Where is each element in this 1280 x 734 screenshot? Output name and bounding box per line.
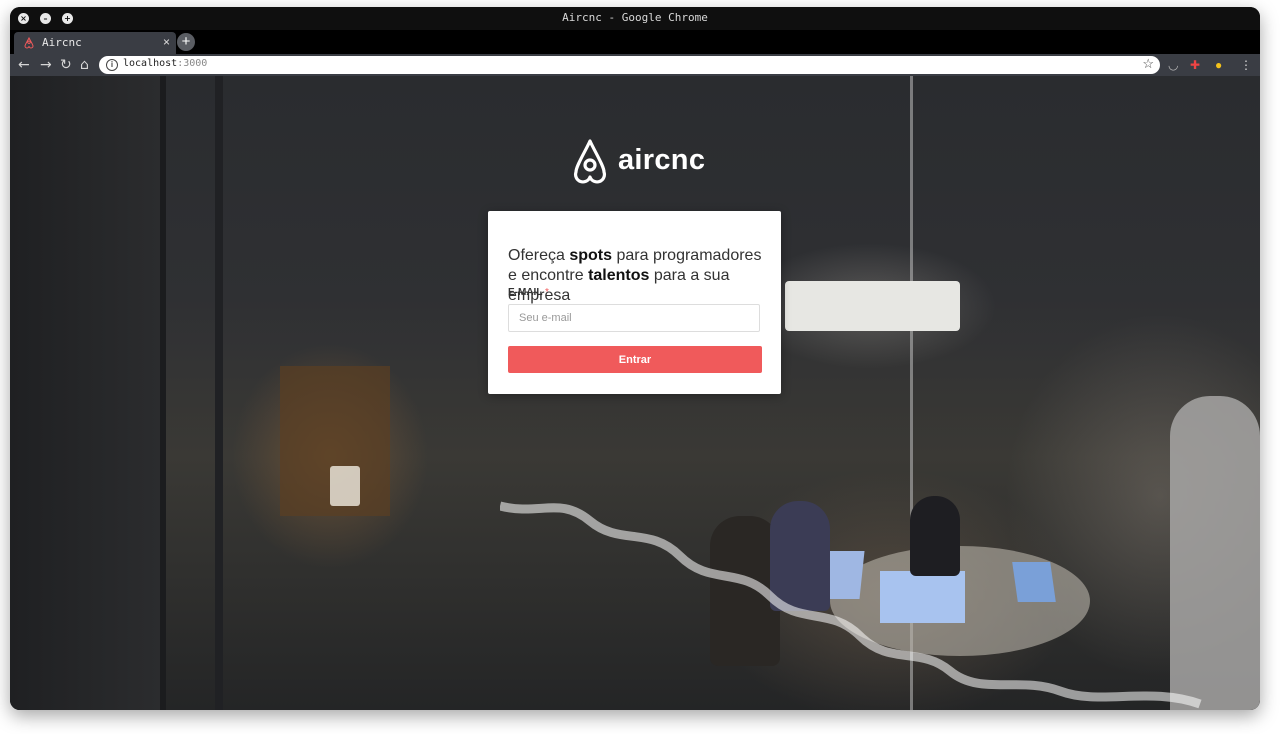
- menu-kebab-icon[interactable]: ⋮: [1240, 56, 1252, 74]
- glass-frame: [160, 76, 166, 710]
- required-mark: *: [545, 287, 549, 298]
- pocket-icon[interactable]: ◡: [1168, 56, 1178, 74]
- login-card: Ofereça spots para programadores e encon…: [488, 211, 781, 394]
- back-icon[interactable]: ←: [18, 56, 30, 74]
- tab-aircnc[interactable]: Aircnc ×: [14, 32, 176, 54]
- submit-button[interactable]: Entrar: [508, 346, 762, 373]
- browser-toolbar: ← → ↻ ⌂ i localhost:3000 ☆ ◡ ✚ ● ⋮: [10, 54, 1260, 76]
- email-field[interactable]: [508, 304, 760, 332]
- email-label: E-MAIL *: [508, 287, 549, 298]
- browser-window: × – + Aircnc - Google Chrome Aircnc × + …: [10, 7, 1260, 710]
- bookmark-star-icon[interactable]: ☆: [1142, 56, 1154, 72]
- tab-close-icon[interactable]: ×: [163, 35, 170, 49]
- wall: [10, 76, 160, 710]
- title-bar: × – + Aircnc - Google Chrome: [10, 7, 1260, 30]
- tab-strip: Aircnc × +: [10, 30, 1260, 54]
- air-conditioner: [785, 281, 960, 331]
- airbnb-logo-icon: [24, 37, 34, 49]
- address-bar[interactable]: i localhost:3000 ☆: [99, 56, 1160, 74]
- extension-icon[interactable]: ✚: [1190, 56, 1200, 74]
- logo: aircnc: [570, 138, 710, 186]
- url-text: localhost:3000: [123, 58, 208, 69]
- chair: [330, 466, 360, 506]
- forward-icon[interactable]: →: [40, 56, 52, 74]
- home-icon[interactable]: ⌂: [80, 56, 89, 74]
- new-tab-button[interactable]: +: [177, 33, 195, 51]
- tab-title: Aircnc: [42, 36, 82, 49]
- profile-avatar-icon[interactable]: ●: [1215, 56, 1222, 74]
- reload-icon[interactable]: ↻: [60, 56, 72, 74]
- logo-text: aircnc: [618, 144, 706, 176]
- glass-decal: [500, 501, 1202, 709]
- info-icon[interactable]: i: [106, 59, 118, 71]
- glass-frame: [215, 76, 223, 710]
- page-content: aircnc Ofereça spots para programadores …: [10, 76, 1260, 710]
- window-title: Aircnc - Google Chrome: [562, 11, 708, 24]
- airbnb-logo-icon: [573, 139, 607, 184]
